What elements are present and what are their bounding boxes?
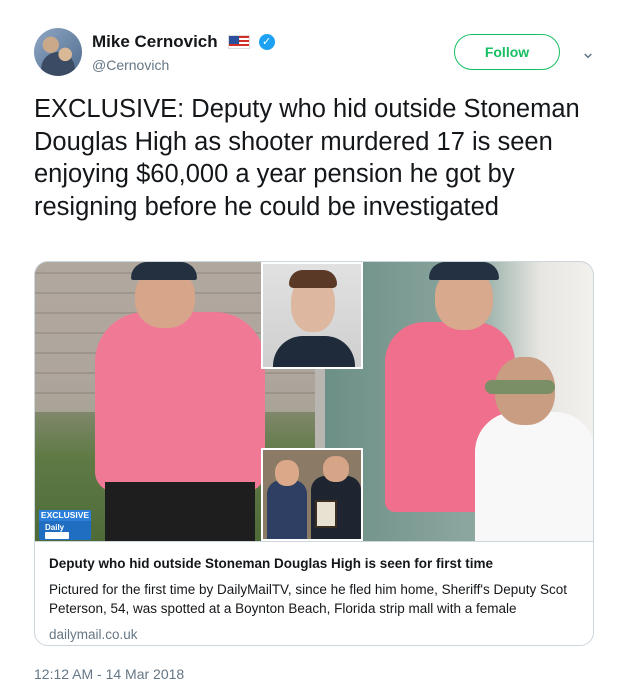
inset-award-photo xyxy=(261,448,363,541)
author-name[interactable]: Mike Cernovich xyxy=(92,32,218,52)
card-description: Pictured for the first time by DailyMail… xyxy=(49,582,568,616)
tweet-timestamp[interactable]: 12:12 AM - 14 Mar 2018 xyxy=(34,666,184,682)
tweet-text: EXCLUSIVE: Deputy who hid outside Stonem… xyxy=(34,95,580,221)
inset-mugshot-photo xyxy=(261,262,363,369)
tweet-header: Mike Cernovich ✓ @Cernovich Follow ⌄ xyxy=(34,28,604,80)
follow-button[interactable]: Follow xyxy=(454,34,560,70)
tweet: Mike Cernovich ✓ @Cernovich Follow ⌄ EXC… xyxy=(0,0,627,688)
exclusive-label: EXCLUSIVE xyxy=(39,510,91,521)
daily-label: Daily xyxy=(45,523,65,532)
link-card[interactable]: EXCLUSIVE Daily Deputy who hid outside S… xyxy=(34,261,594,646)
card-image[interactable]: EXCLUSIVE Daily xyxy=(35,262,593,541)
author-block: Mike Cernovich ✓ @Cernovich xyxy=(92,32,275,73)
us-flag-icon xyxy=(228,35,251,49)
dailymail-tv-icon xyxy=(45,532,69,539)
avatar[interactable] xyxy=(34,28,82,76)
author-handle[interactable]: @Cernovich xyxy=(92,57,275,73)
verified-badge-icon: ✓ xyxy=(258,34,275,50)
card-title[interactable]: Deputy who hid outside Stoneman Douglas … xyxy=(49,556,581,571)
card-body[interactable]: Deputy who hid outside Stoneman Douglas … xyxy=(35,541,593,645)
exclusive-badge: EXCLUSIVE Daily xyxy=(39,510,91,540)
chevron-down-icon[interactable]: ⌄ xyxy=(578,42,598,62)
card-domain: dailymail.co.uk xyxy=(49,627,138,642)
photo-deputy-with-woman xyxy=(325,262,593,541)
